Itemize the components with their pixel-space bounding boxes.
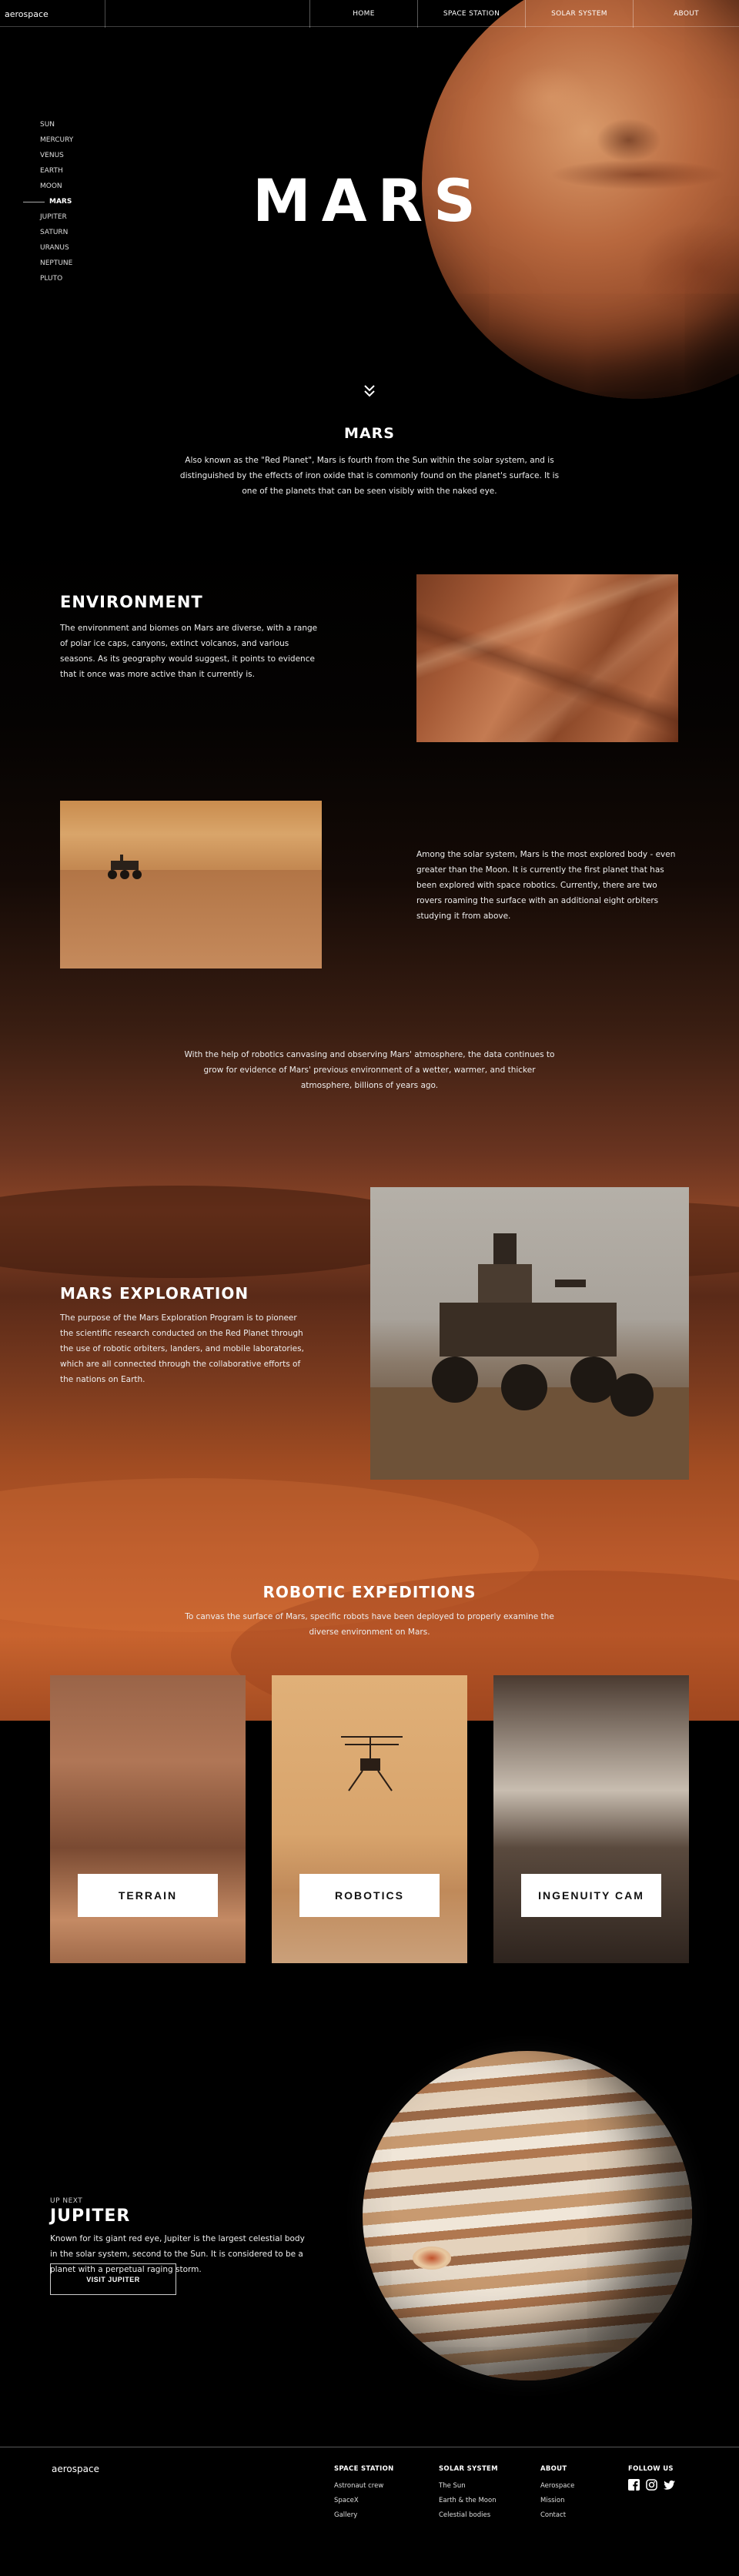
rovers-text: Among the solar system, Mars is the most… (416, 850, 676, 921)
planet-link-uranus[interactable]: URANUS (40, 240, 73, 256)
robotic-expeditions-title: ROBOTIC EXPEDITIONS (262, 1583, 477, 1601)
footer-link[interactable]: SpaceX (334, 2494, 394, 2508)
twitter-icon[interactable] (664, 2479, 675, 2491)
footer-link[interactable]: Gallery (334, 2508, 394, 2523)
mars-rover-photo (60, 801, 322, 969)
rover-illustration (370, 1233, 689, 1480)
up-next-title: JUPITER (50, 2206, 131, 2226)
footer-link[interactable]: Celestial bodies (439, 2508, 498, 2523)
environment-title: ENVIRONMENT (60, 593, 203, 611)
hero-title: MARS (252, 166, 487, 235)
site-logo[interactable]: aerospace (5, 9, 48, 19)
footer-column-space-station: SPACE STATION Astronaut crew SpaceX Gall… (334, 2465, 394, 2523)
curiosity-rover-photo (370, 1187, 689, 1480)
nav-space-station[interactable]: SPACE STATION (417, 0, 525, 28)
facebook-icon[interactable] (628, 2479, 640, 2491)
nav-solar-system[interactable]: SOLAR SYSTEM (525, 0, 633, 28)
planet-link-neptune[interactable]: NEPTUNE (40, 256, 73, 271)
robotics-card[interactable]: ROBOTICS (272, 1675, 467, 1963)
mars-terrain-photo (416, 574, 678, 742)
double-chevron-down-icon[interactable] (360, 382, 379, 400)
social-icons (628, 2479, 675, 2491)
jupiter-planet-image (363, 2051, 692, 2380)
mars-exploration-text: The purpose of the Mars Exploration Prog… (60, 1313, 304, 1384)
mars-exploration-title: MARS EXPLORATION (60, 1284, 249, 1303)
footer-link[interactable]: Contact (540, 2508, 574, 2523)
footer-column-solar-system: SOLAR SYSTEM The Sun Earth & the Moon Ce… (439, 2465, 498, 2523)
footer-follow-us: FOLLOW US (628, 2465, 675, 2491)
footer-logo[interactable]: aerospace (52, 2464, 99, 2474)
top-navigation: aerospace HOME SPACE STATION SOLAR SYSTE… (0, 0, 739, 28)
planet-link-sun[interactable]: SUN (40, 117, 73, 132)
terrain-button[interactable]: TERRAIN (78, 1874, 218, 1917)
footer-link[interactable]: Astronaut crew (334, 2479, 394, 2494)
intro-title: MARS (344, 425, 395, 442)
up-next-label: UP NEXT (50, 2197, 83, 2205)
nav-home[interactable]: HOME (309, 0, 417, 28)
footer-link[interactable]: Mission (540, 2494, 574, 2508)
footer-link[interactable]: Aerospace (540, 2479, 574, 2494)
planet-link-mercury[interactable]: MERCURY (40, 132, 73, 148)
footer-heading: FOLLOW US (628, 2465, 674, 2473)
footer-link[interactable]: Earth & the Moon (439, 2494, 498, 2508)
footer-link[interactable]: The Sun (439, 2479, 498, 2494)
robotics-button[interactable]: ROBOTICS (299, 1874, 440, 1917)
atmosphere-quote: With the help of robotics canvasing and … (184, 1050, 555, 1090)
visit-jupiter-button[interactable]: VISIT JUPITER (50, 2263, 176, 2295)
ingenuity-cam-card[interactable]: INGENUITY CAM (493, 1675, 689, 1963)
nav-about[interactable]: ABOUT (633, 0, 739, 28)
robotic-expeditions-text: To canvas the surface of Mars, specific … (185, 1612, 554, 1637)
environment-text: The environment and biomes on Mars are d… (60, 624, 318, 679)
footer-column-about: ABOUT Aerospace Mission Contact (540, 2465, 574, 2523)
footer-heading: SOLAR SYSTEM (439, 2465, 498, 2473)
planet-link-pluto[interactable]: PLUTO (40, 271, 73, 286)
ingenuity-cam-button[interactable]: INGENUITY CAM (521, 1874, 661, 1917)
great-red-spot (413, 2246, 451, 2270)
planet-link-venus[interactable]: VENUS (40, 148, 73, 163)
helicopter-icon (341, 1736, 403, 1791)
instagram-icon[interactable] (646, 2479, 657, 2491)
intro-text: Also known as the "Red Planet", Mars is … (179, 456, 560, 496)
footer-heading: SPACE STATION (334, 2465, 394, 2473)
terrain-card[interactable]: TERRAIN (50, 1675, 246, 1963)
rover-photo-ground (60, 870, 322, 969)
hero-section: aerospace HOME SPACE STATION SOLAR SYSTE… (0, 0, 739, 539)
rover-icon (108, 855, 142, 879)
footer-heading: ABOUT (540, 2465, 567, 2473)
